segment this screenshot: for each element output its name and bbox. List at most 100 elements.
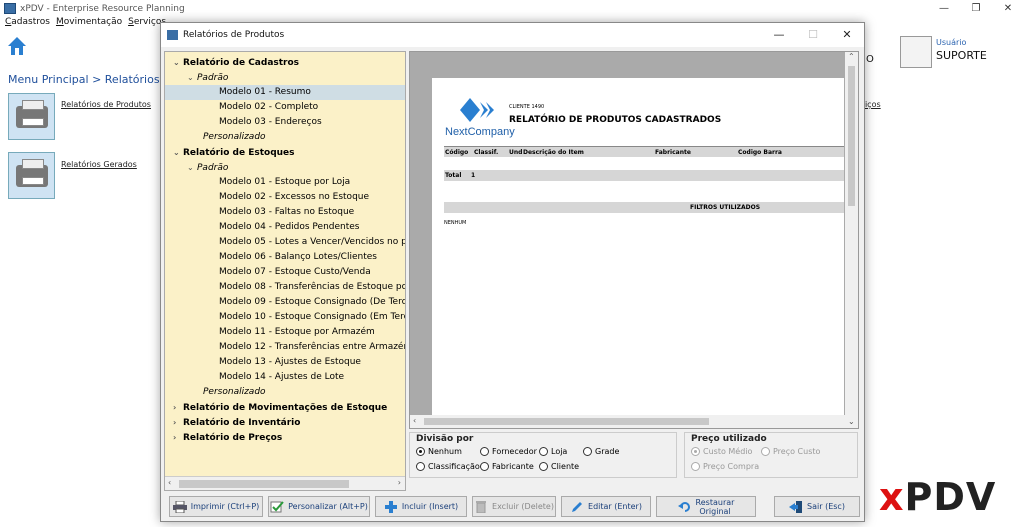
preco-group: Preço utilizado Custo Médio Preço Custo … xyxy=(684,432,858,478)
breadcrumb: Menu Principal > Relatórios > R xyxy=(8,73,184,86)
tree-item[interactable]: Personalizado xyxy=(203,385,266,400)
expand-arrow-icon[interactable]: › xyxy=(173,415,183,430)
tile-relatorios-produtos[interactable] xyxy=(8,93,55,140)
tree-item[interactable]: Personalizado xyxy=(203,130,266,145)
tree-item[interactable]: Modelo 10 - Estoque Consignado (Em Terce… xyxy=(219,310,405,325)
tree-item[interactable]: Modelo 12 - Transferências entre Armazén… xyxy=(219,340,406,355)
menu-cadastros[interactable]: Cadastros xyxy=(5,17,50,31)
tree-item-label: Modelo 12 - Transferências entre Armazén… xyxy=(219,342,406,352)
radio-cliente[interactable]: Cliente xyxy=(539,462,579,471)
divisao-caption: Divisão por xyxy=(416,434,474,444)
tree-item[interactable]: ⌄ Relatório de Estoques xyxy=(173,145,295,160)
close-icon[interactable]: ✕ xyxy=(830,23,864,47)
tree-item[interactable]: › Relatório de Inventário xyxy=(173,415,300,430)
brand-logo: xPDV xyxy=(879,475,997,519)
preview-vertical-scrollbar[interactable]: ⌃ ⌄ xyxy=(845,52,858,428)
filters-value: NENHUM xyxy=(444,220,467,226)
app-title-bar: xPDV - Enterprise Resource Planning — ❐ … xyxy=(0,0,1024,17)
tree-item[interactable]: Modelo 03 - Endereços xyxy=(219,115,322,130)
delete-button[interactable]: Excluir (Delete) xyxy=(472,496,556,517)
printer-icon xyxy=(15,158,48,187)
background-fragment: O xyxy=(866,54,874,65)
restore-icon[interactable]: ❐ xyxy=(960,0,992,17)
exit-button[interactable]: Sair (Esc) xyxy=(774,496,860,517)
tree-item[interactable]: Modelo 01 - Resumo xyxy=(165,85,405,100)
expand-arrow-icon[interactable]: ⌄ xyxy=(187,70,197,85)
tree-item[interactable]: Modelo 08 - Transferências de Estoque po… xyxy=(219,280,405,295)
minimize-icon[interactable]: — xyxy=(762,23,796,47)
tree-item-label: Relatório de Inventário xyxy=(183,418,301,428)
col-codigo: Código xyxy=(445,149,469,156)
tree-item[interactable]: Modelo 01 - Estoque por Loja xyxy=(219,175,350,190)
personalize-button[interactable]: Personalizar (Alt+P) xyxy=(268,496,370,517)
pencil-icon xyxy=(572,501,583,512)
tree-item[interactable]: Modelo 06 - Balanço Lotes/Clientes xyxy=(219,250,377,265)
restore-label-1: Restaurar xyxy=(695,497,735,507)
tile-label-relatorios-produtos[interactable]: Relatórios de Produtos xyxy=(61,100,151,109)
tree-item-label: Modelo 01 - Resumo xyxy=(219,87,311,97)
tree-item[interactable]: ⌄ Relatório de Cadastros xyxy=(173,55,299,70)
tree-item[interactable]: Modelo 14 - Ajustes de Lote xyxy=(219,370,344,385)
expand-arrow-icon[interactable]: › xyxy=(173,400,183,415)
radio-preco-custo[interactable]: Preço Custo xyxy=(761,447,820,456)
radio-grade[interactable]: Grade xyxy=(583,447,619,456)
tile-relatorios-gerados[interactable] xyxy=(8,152,55,199)
radio-nenhum[interactable]: Nenhum xyxy=(416,447,462,456)
menu-movimentacao[interactable]: Movimentação xyxy=(56,17,122,31)
expand-arrow-icon[interactable]: ⌄ xyxy=(173,145,183,160)
plus-icon xyxy=(384,500,397,513)
user-caption: Usuário xyxy=(936,38,967,47)
exit-icon xyxy=(789,500,803,513)
tree-item[interactable]: Modelo 11 - Estoque por Armazém xyxy=(219,325,375,340)
report-preview[interactable]: NextCompany CLIENTE 1490 RELATÓRIO DE PR… xyxy=(409,51,859,429)
tree-item[interactable]: Modelo 09 - Estoque Consignado (De Terce… xyxy=(219,295,405,310)
printer-icon xyxy=(172,500,187,513)
radio-fabricante[interactable]: Fabricante xyxy=(480,462,534,471)
total-label: Total xyxy=(445,172,462,179)
col-classif: Classif. xyxy=(474,149,499,156)
tree-item-label: Padrão xyxy=(197,163,229,173)
tree-item[interactable]: Modelo 05 - Lotes a Vencer/Vencidos no p… xyxy=(219,235,405,250)
report-tree[interactable]: › Relatório de Preços › Relatório de Invent… xyxy=(164,51,406,491)
tree-item[interactable]: › Relatório de Preços xyxy=(173,430,282,445)
tree-item-label: Relatório de Preços xyxy=(183,433,283,443)
radio-loja[interactable]: Loja xyxy=(539,447,567,456)
tree-item[interactable]: › Relatório de Movimentações de Estoque xyxy=(173,400,387,415)
minimize-icon[interactable]: — xyxy=(928,0,960,17)
dialog-app-icon xyxy=(167,30,178,40)
report-total-row: Total 1 xyxy=(444,170,844,181)
home-icon[interactable] xyxy=(7,36,27,56)
avatar[interactable] xyxy=(900,36,932,68)
radio-preco-compra[interactable]: Preço Compra xyxy=(691,462,759,471)
tree-item[interactable]: Modelo 03 - Faltas no Estoque xyxy=(219,205,354,220)
filters-header: FILTROS UTILIZADOS xyxy=(444,202,844,213)
radio-classificacao[interactable]: Classificação xyxy=(416,462,480,471)
expand-arrow-icon[interactable]: ⌄ xyxy=(173,55,183,70)
expand-arrow-icon[interactable]: ⌄ xyxy=(187,160,197,175)
radio-fornecedor[interactable]: Fornecedor xyxy=(480,447,537,456)
include-button[interactable]: Incluir (Insert) xyxy=(375,496,467,517)
tree-item-label: Modelo 02 - Completo xyxy=(219,102,319,112)
button-bar: Imprimir (Ctrl+P) Personalizar (Alt+P) I… xyxy=(164,493,861,521)
tree-item[interactable]: Modelo 04 - Pedidos Pendentes xyxy=(219,220,360,235)
expand-arrow-icon[interactable]: › xyxy=(173,430,183,445)
tree-item-label: Padrão xyxy=(197,73,229,83)
company-name: NextCompany xyxy=(445,126,515,138)
tree-item[interactable]: ⌄ Padrão xyxy=(187,160,228,175)
close-icon[interactable]: ✕ xyxy=(992,0,1024,17)
radio-custo-medio[interactable]: Custo Médio xyxy=(691,447,752,456)
tree-horizontal-scrollbar[interactable]: ‹ › xyxy=(165,476,405,490)
tree-item[interactable]: ⌄ Padrão xyxy=(187,70,228,85)
tree-item[interactable]: Modelo 07 - Estoque Custo/Venda xyxy=(219,265,371,280)
company-logo-icon xyxy=(460,98,494,122)
restore-original-button[interactable]: Restaurar Original xyxy=(656,496,756,517)
tile-label-relatorios-gerados[interactable]: Relatórios Gerados xyxy=(61,160,137,169)
preview-horizontal-scrollbar[interactable]: ‹ xyxy=(410,415,846,428)
tree-item[interactable]: Modelo 02 - Completo xyxy=(219,100,318,115)
maximize-icon[interactable]: ☐ xyxy=(796,23,830,47)
edit-button[interactable]: Editar (Enter) xyxy=(561,496,651,517)
tree-item[interactable]: Modelo 02 - Excessos no Estoque xyxy=(219,190,369,205)
tree-item[interactable]: Modelo 13 - Ajustes de Estoque xyxy=(219,355,361,370)
print-button[interactable]: Imprimir (Ctrl+P) xyxy=(169,496,263,517)
checklist-icon xyxy=(270,500,284,512)
